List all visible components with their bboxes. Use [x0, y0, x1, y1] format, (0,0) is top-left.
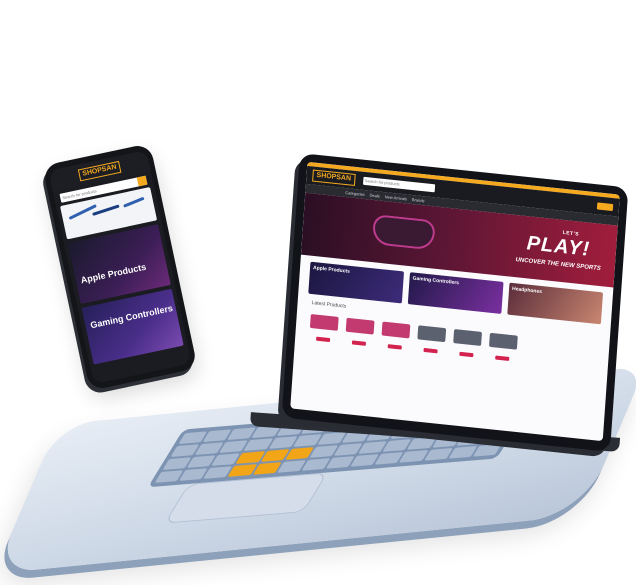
laptop-screen: SHOPSAN Search for products Categories D…: [290, 161, 620, 442]
add-to-cart-button[interactable]: [459, 351, 474, 358]
add-to-cart-button[interactable]: [495, 355, 510, 361]
keyboard-key: [219, 440, 249, 454]
nav-link[interactable]: Categories: [345, 190, 365, 197]
keyboard-key: [186, 455, 216, 468]
keyboard-key: [374, 451, 404, 465]
keyboard-key: [154, 470, 184, 483]
nav-link[interactable]: Deals: [369, 193, 380, 199]
keyboard-key: [399, 449, 429, 463]
product-image: [453, 329, 483, 346]
product-card[interactable]: [309, 313, 339, 343]
pen-icon: [123, 196, 145, 208]
keyboard-key: [170, 444, 200, 458]
tile-label: Headphones: [511, 285, 543, 296]
product-image: [345, 317, 375, 335]
keyboard-key: [358, 441, 388, 454]
nav-link[interactable]: Brands: [412, 197, 425, 203]
laptop-screen-frame: SHOPSAN Search for products Categories D…: [281, 153, 629, 452]
product-card[interactable]: [452, 329, 483, 358]
keyboard-key: [178, 468, 209, 481]
product-image: [381, 321, 411, 339]
product-image: [309, 313, 339, 331]
keyboard-key: [194, 442, 224, 456]
keyboard-key: [162, 457, 192, 470]
category-tile-gaming[interactable]: Gaming Controllers: [407, 272, 504, 314]
product-image: [417, 325, 447, 343]
product-image: [488, 332, 518, 350]
product-card[interactable]: [488, 332, 518, 362]
keyboard-key: [407, 437, 437, 450]
keyboard-key: [211, 453, 241, 466]
category-tile-headphones[interactable]: Headphones: [507, 282, 604, 325]
tile-label: Apple Products: [312, 264, 351, 275]
hero-title: PLAY!: [526, 232, 591, 261]
keyboard-key: [243, 438, 273, 451]
search-icon[interactable]: [136, 175, 148, 187]
category-tile-apple[interactable]: Apple Products: [308, 261, 405, 304]
keyboard-key: [382, 439, 412, 452]
keyboard-key: [203, 466, 233, 479]
phone-frame: SHOPSAN Search for products Apple Produc…: [42, 143, 198, 391]
keyboard-key: [235, 451, 265, 464]
keyboard-key: [202, 429, 232, 443]
add-to-cart-button[interactable]: [387, 344, 402, 350]
keyboard-key: [227, 427, 257, 441]
keyboard-key: [227, 464, 257, 477]
add-to-cart-button[interactable]: [316, 336, 331, 343]
game-controller-image: [371, 214, 436, 251]
product-card[interactable]: [381, 321, 411, 351]
banner-label: Apple Products: [79, 261, 148, 286]
phone-logo[interactable]: SHOPSAN: [77, 160, 122, 182]
add-to-cart-button[interactable]: [351, 340, 367, 346]
site-logo[interactable]: SHOPSAN: [312, 169, 356, 186]
banner-label: Gaming Controllers: [89, 303, 174, 331]
device-mockup: SHOPSAN Search for products Categories D…: [0, 0, 636, 585]
keyboard-key: [178, 431, 208, 445]
cart-button[interactable]: [596, 201, 614, 211]
nav-link[interactable]: New Arrivals: [385, 194, 407, 201]
product-card[interactable]: [417, 325, 447, 354]
tile-label: Gaming Controllers: [412, 275, 460, 287]
product-card[interactable]: [345, 317, 375, 347]
add-to-cart-button[interactable]: [423, 347, 438, 354]
keyboard-key: [350, 454, 380, 467]
phone-screen: SHOPSAN Search for products Apple Produc…: [48, 149, 192, 385]
